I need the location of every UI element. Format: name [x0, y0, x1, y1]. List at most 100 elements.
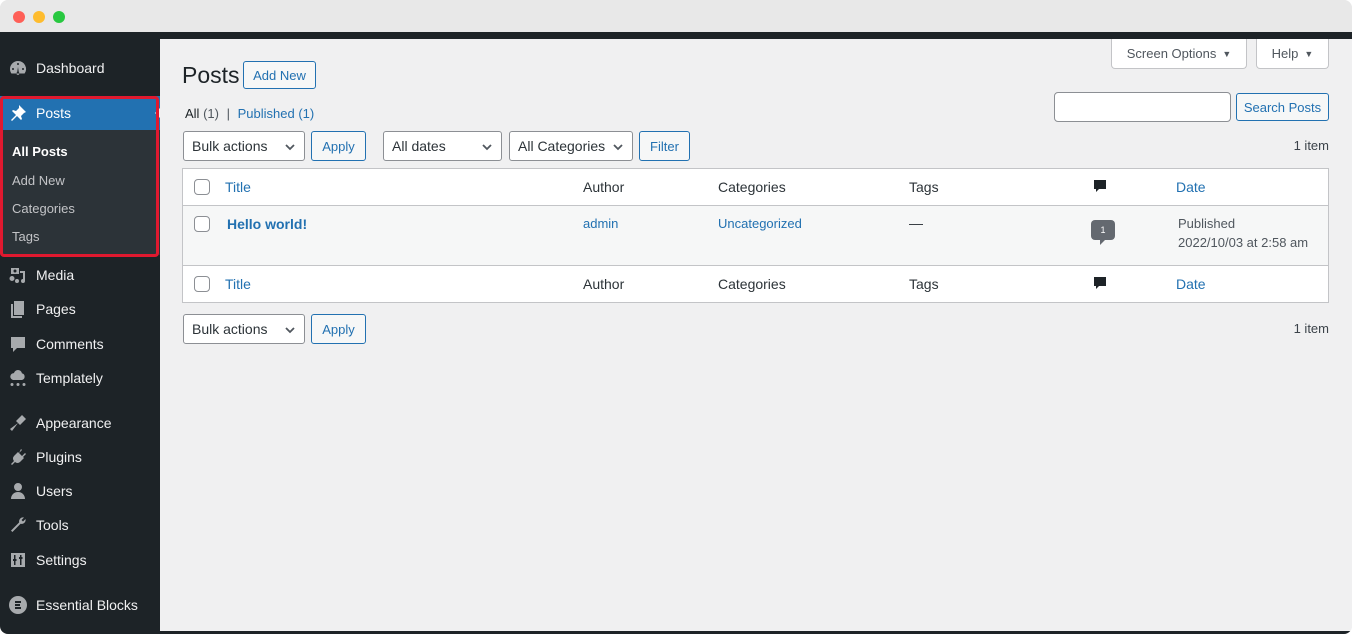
- apply-button-bottom[interactable]: Apply: [311, 314, 366, 344]
- dropdown-arrow-icon: ▼: [1304, 48, 1314, 59]
- table-row: Hello world! admin Uncategorized — 1 Pub…: [183, 206, 1328, 266]
- select-all-checkbox[interactable]: [194, 179, 210, 195]
- column-title-sort-footer[interactable]: Title: [225, 276, 251, 292]
- comment-icon[interactable]: [1093, 179, 1107, 196]
- sidebar-item-label: Posts: [36, 105, 72, 121]
- media-icon: [0, 265, 36, 285]
- view-published-link[interactable]: Published (1): [238, 106, 315, 121]
- sidebar-item-label: Plugins: [36, 449, 82, 465]
- maximize-window-button[interactable]: [53, 11, 65, 23]
- row-checkbox[interactable]: [194, 216, 210, 232]
- sidebar-item-pages[interactable]: Pages: [0, 292, 160, 326]
- post-title-link[interactable]: Hello world!: [227, 216, 307, 232]
- column-tags-footer: Tags: [909, 276, 939, 292]
- title-bar: [0, 0, 1352, 32]
- comment-icon[interactable]: [1093, 276, 1107, 293]
- posts-table: Title Author Categories Tags Date Hello …: [182, 168, 1329, 303]
- column-categories: Categories: [718, 179, 786, 195]
- main-content: Screen Options ▼ Help ▼ Posts Add New Al…: [160, 39, 1352, 631]
- browser-window: Dashboard Posts All Posts Add New Catego…: [0, 0, 1352, 634]
- post-date-value: 2022/10/03 at 2:58 am: [1178, 235, 1309, 250]
- view-separator: |: [226, 106, 230, 121]
- select-all-checkbox-footer[interactable]: [194, 276, 210, 292]
- sidebar-item-plugins[interactable]: Plugins: [0, 440, 160, 474]
- essential-blocks-icon: [0, 595, 36, 615]
- submenu-categories[interactable]: Categories: [12, 201, 75, 216]
- sidebar-item-media[interactable]: Media: [0, 258, 160, 292]
- sidebar-item-label: Pages: [36, 301, 76, 317]
- dates-filter-select[interactable]: All dates: [383, 131, 502, 161]
- sidebar-item-dashboard[interactable]: Dashboard: [0, 51, 160, 85]
- item-count-bottom: 1 item: [1293, 321, 1329, 336]
- appearance-icon: [0, 413, 36, 433]
- search-posts-button[interactable]: Search Posts: [1236, 93, 1329, 121]
- column-tags: Tags: [909, 179, 939, 195]
- search-posts-input[interactable]: [1054, 92, 1231, 122]
- post-category-link[interactable]: Uncategorized: [718, 216, 802, 231]
- screen-options-button[interactable]: Screen Options ▼: [1111, 39, 1247, 69]
- sidebar-item-label: Tools: [36, 517, 69, 533]
- minimize-window-button[interactable]: [33, 11, 45, 23]
- pin-icon: [0, 103, 36, 123]
- chevron-down-icon: [481, 140, 493, 152]
- tools-icon: [0, 515, 36, 535]
- settings-icon: [0, 550, 36, 570]
- sidebar-item-settings[interactable]: Settings: [0, 543, 160, 577]
- templately-icon: [0, 368, 36, 388]
- sidebar-item-label: Dashboard: [36, 60, 105, 76]
- column-title-sort[interactable]: Title: [225, 179, 251, 195]
- view-all-count: (1): [203, 106, 219, 121]
- item-count: 1 item: [1293, 138, 1329, 153]
- sidebar-item-templately[interactable]: Templately: [0, 361, 160, 395]
- column-author: Author: [583, 179, 625, 195]
- sidebar-item-label: Users: [36, 483, 73, 499]
- dashboard-icon: [0, 58, 36, 78]
- sidebar-item-users[interactable]: Users: [0, 474, 160, 508]
- categories-filter-select[interactable]: All Categories: [509, 131, 633, 161]
- sidebar-item-label: Appearance: [36, 415, 112, 431]
- sidebar-item-label: Essential Blocks: [36, 597, 138, 613]
- add-new-button[interactable]: Add New: [243, 61, 316, 89]
- post-author-link[interactable]: admin: [583, 216, 618, 231]
- column-categories-footer: Categories: [718, 276, 786, 292]
- sidebar-item-label: Templately: [36, 370, 103, 386]
- column-date-sort-footer[interactable]: Date: [1176, 276, 1206, 292]
- help-button[interactable]: Help ▼: [1256, 39, 1329, 69]
- close-window-button[interactable]: [13, 11, 25, 23]
- column-date-sort[interactable]: Date: [1176, 179, 1206, 195]
- submenu-tags[interactable]: Tags: [12, 229, 39, 244]
- sidebar-item-label: Comments: [36, 336, 104, 352]
- sidebar-item-label: Settings: [36, 552, 87, 568]
- sidebar-item-tools[interactable]: Tools: [0, 508, 160, 542]
- filter-button[interactable]: Filter: [639, 131, 690, 161]
- post-status-views: All (1) | Published (1): [185, 106, 314, 121]
- chevron-down-icon: [612, 140, 624, 152]
- sidebar-item-label: Media: [36, 267, 75, 283]
- sidebar-item-appearance[interactable]: Appearance: [0, 406, 160, 440]
- users-icon: [0, 481, 36, 501]
- posts-submenu: All Posts Add New Categories Tags: [0, 130, 160, 255]
- post-tags: —: [909, 215, 923, 231]
- admin-sidebar: Dashboard Posts All Posts Add New Catego…: [0, 39, 160, 634]
- dropdown-arrow-icon: ▼: [1222, 48, 1232, 59]
- plugins-icon: [0, 447, 36, 467]
- submenu-all-posts[interactable]: All Posts: [12, 144, 68, 159]
- post-date: Published 2022/10/03 at 2:58 am: [1178, 214, 1308, 252]
- submenu-add-new[interactable]: Add New: [12, 173, 65, 188]
- page-title: Posts: [182, 62, 240, 88]
- apply-button[interactable]: Apply: [311, 131, 366, 161]
- pages-icon: [0, 299, 36, 319]
- sidebar-item-posts[interactable]: Posts: [0, 96, 160, 130]
- chevron-down-icon: [284, 140, 296, 152]
- comment-count-bubble[interactable]: 1: [1091, 220, 1115, 245]
- sidebar-item-comments[interactable]: Comments: [0, 327, 160, 361]
- table-header-row: Title Author Categories Tags Date: [183, 169, 1328, 206]
- bulk-actions-select[interactable]: Bulk actions: [183, 131, 305, 161]
- table-footer-row: Title Author Categories Tags Date: [183, 266, 1328, 302]
- view-all-link[interactable]: All: [185, 106, 199, 121]
- admin-bar: [0, 32, 1352, 39]
- bulk-actions-select-bottom[interactable]: Bulk actions: [183, 314, 305, 344]
- comments-icon: [0, 334, 36, 354]
- sidebar-item-essential-blocks[interactable]: Essential Blocks: [0, 588, 160, 622]
- post-date-status: Published: [1178, 216, 1236, 231]
